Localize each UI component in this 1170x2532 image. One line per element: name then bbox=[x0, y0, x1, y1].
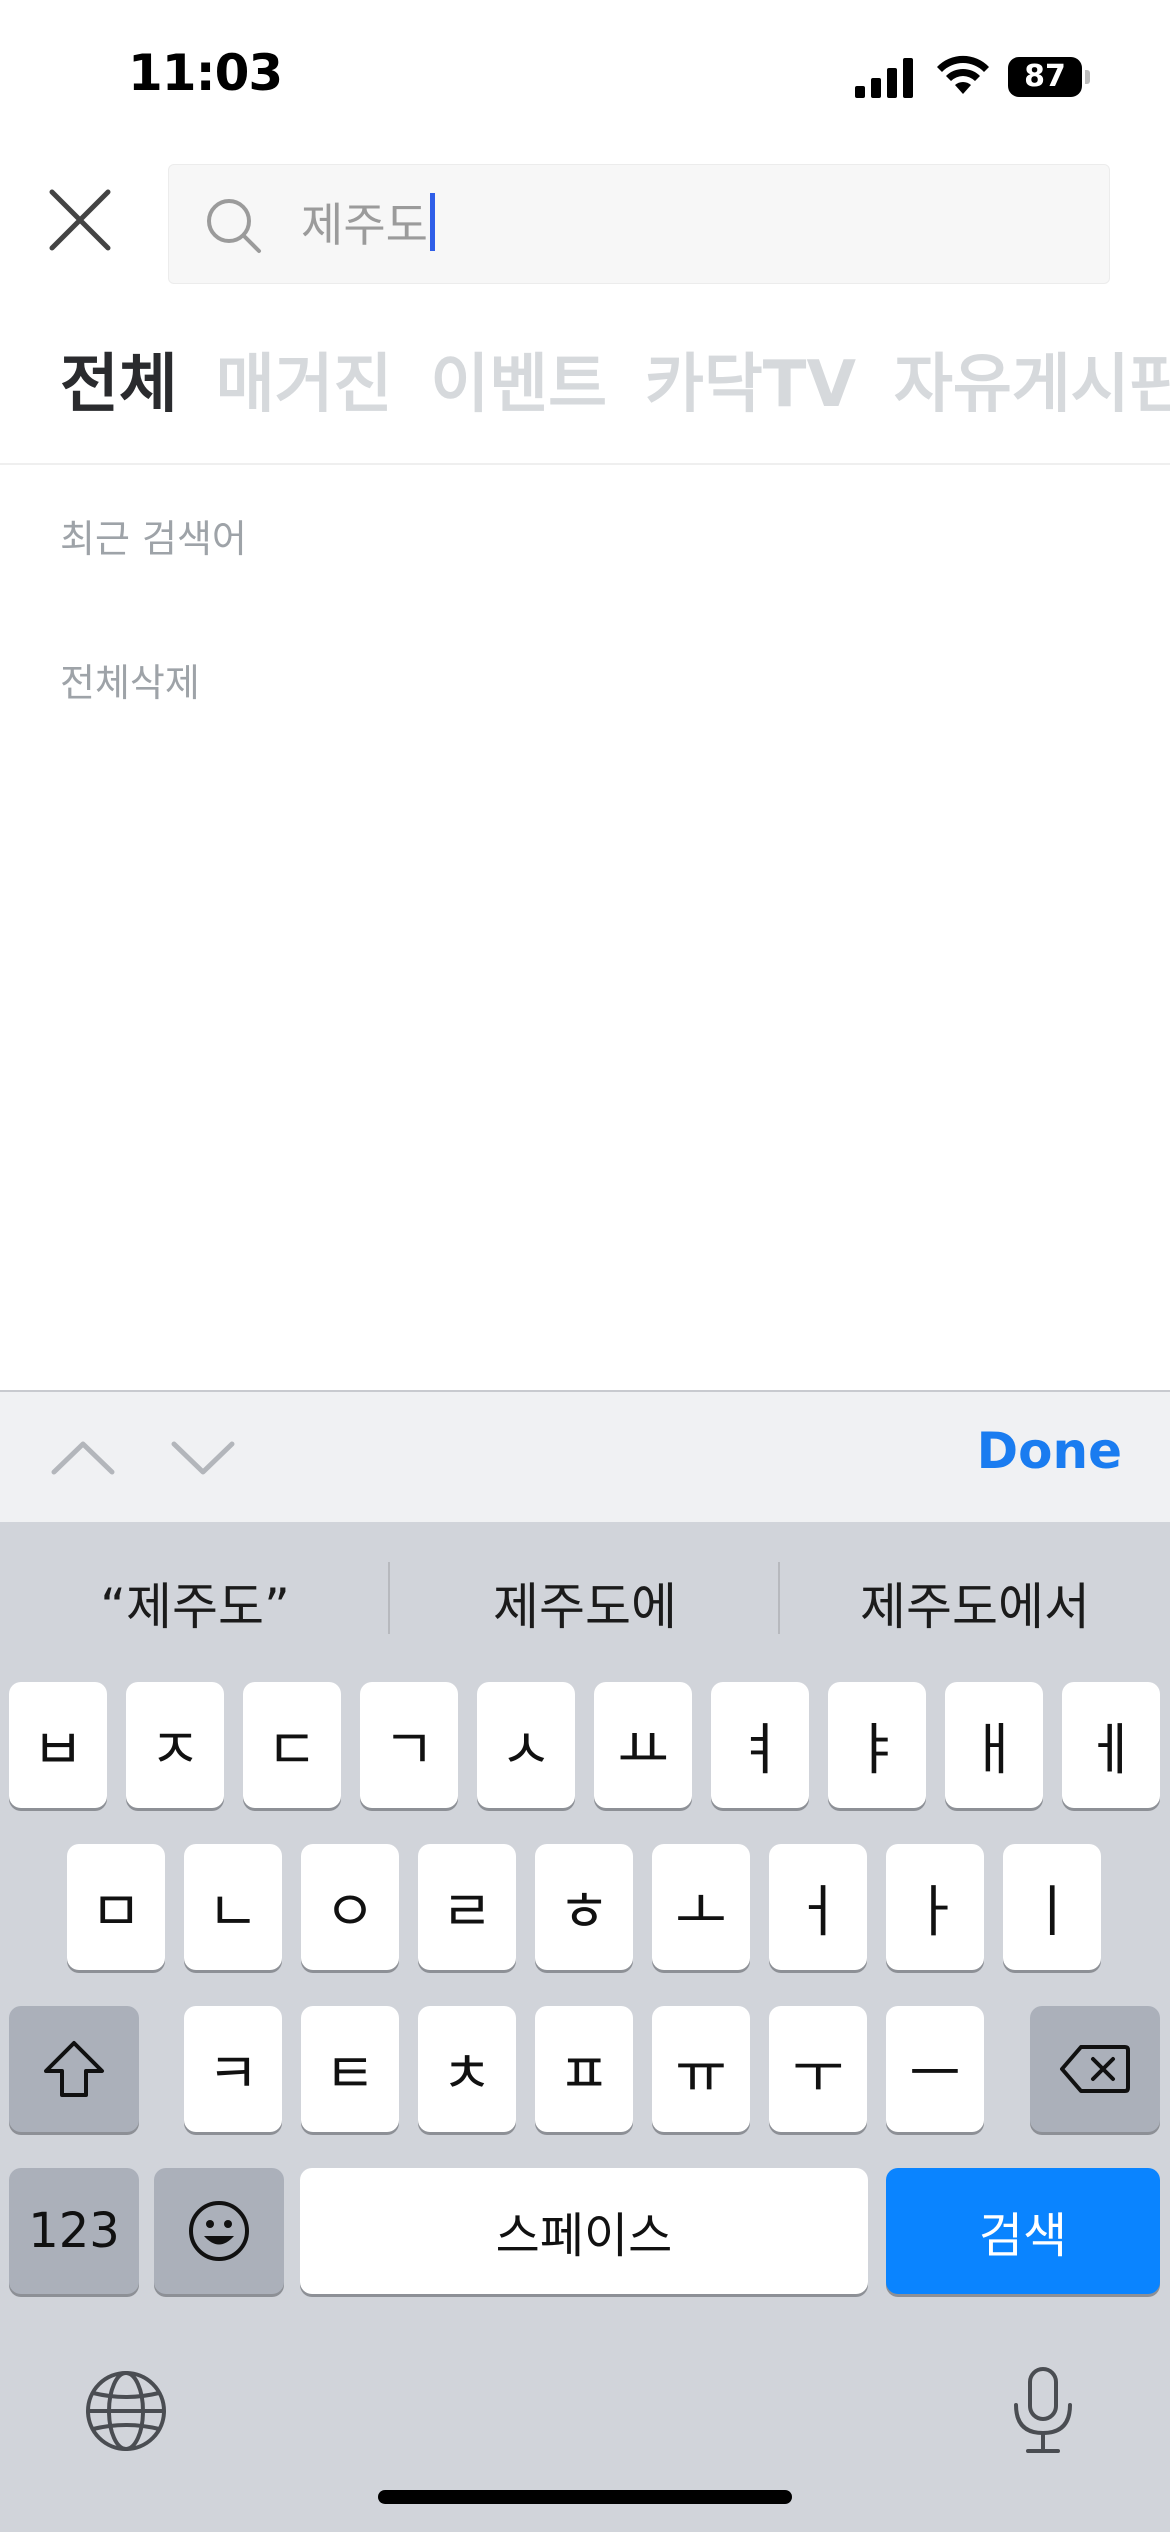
search-input[interactable]: 제주도 bbox=[168, 164, 1110, 284]
key-h[interactable]: ㅎ bbox=[535, 1844, 633, 1970]
key-o[interactable]: ㅗ bbox=[652, 1844, 750, 1970]
wifi-icon bbox=[937, 55, 989, 94]
chevron-down-icon[interactable] bbox=[170, 1432, 236, 1482]
key-j[interactable]: ㅈ bbox=[126, 1682, 224, 1808]
close-button[interactable] bbox=[40, 180, 120, 260]
key-d[interactable]: ㄷ bbox=[243, 1682, 341, 1808]
suggestion-item[interactable]: “제주도” bbox=[0, 1567, 390, 1639]
recent-searches-label: 최근 검색어 bbox=[60, 517, 247, 561]
key-k[interactable]: ㅋ bbox=[184, 2006, 282, 2132]
home-indicator bbox=[378, 2490, 792, 2504]
tab-all[interactable]: 전체 bbox=[60, 340, 178, 440]
text-cursor bbox=[429, 193, 435, 251]
status-time: 11:03 bbox=[128, 44, 283, 102]
key-p[interactable]: ㅍ bbox=[535, 2006, 633, 2132]
key-u[interactable]: ㅜ bbox=[769, 2006, 867, 2132]
search-key[interactable]: 검색 bbox=[886, 2168, 1160, 2294]
globe-icon[interactable] bbox=[84, 2369, 168, 2453]
tab-event[interactable]: 이벤트 bbox=[430, 340, 607, 440]
tab-free-board[interactable]: 자유게시판 bbox=[894, 340, 1170, 440]
shift-key[interactable] bbox=[9, 2006, 139, 2132]
key-yeo[interactable]: ㅕ bbox=[711, 1682, 809, 1808]
key-n[interactable]: ㄴ bbox=[184, 1844, 282, 1970]
key-r[interactable]: ㄹ bbox=[418, 1844, 516, 1970]
suggestion-item[interactable]: 제주도에 bbox=[390, 1567, 780, 1639]
key-ch[interactable]: ㅊ bbox=[418, 2006, 516, 2132]
search-icon bbox=[207, 199, 261, 253]
chevron-up-icon[interactable] bbox=[50, 1432, 116, 1482]
key-yu[interactable]: ㅠ bbox=[652, 2006, 750, 2132]
key-s[interactable]: ㅅ bbox=[477, 1682, 575, 1808]
tab-cardoc-tv[interactable]: 카닥TV bbox=[645, 340, 856, 440]
key-b[interactable]: ㅂ bbox=[9, 1682, 107, 1808]
key-yo[interactable]: ㅛ bbox=[594, 1682, 692, 1808]
shift-icon bbox=[44, 2041, 104, 2097]
done-button[interactable]: Done bbox=[977, 1422, 1122, 1480]
battery-tip bbox=[1085, 70, 1090, 84]
status-bar: 11:03 87 bbox=[0, 0, 1170, 150]
backspace-icon bbox=[1060, 2045, 1130, 2093]
tabs-divider bbox=[0, 463, 1170, 465]
clear-all-button[interactable]: 전체삭제 bbox=[60, 652, 200, 707]
keyboard: “제주도” 제주도에 제주도에서 ㅂ ㅈ ㄷ ㄱ ㅅ ㅛ ㅕ ㅑ ㅐ ㅔ ㅁ ㄴ… bbox=[0, 1522, 1170, 2532]
keyboard-accessory-bar: Done bbox=[0, 1390, 1170, 1522]
numbers-key[interactable]: 123 bbox=[9, 2168, 139, 2294]
key-g[interactable]: ㄱ bbox=[360, 1682, 458, 1808]
key-a[interactable]: ㅏ bbox=[886, 1844, 984, 1970]
key-t[interactable]: ㅌ bbox=[301, 2006, 399, 2132]
emoji-key[interactable] bbox=[154, 2168, 284, 2294]
suggestion-bar: “제주도” 제주도에 제주도에서 bbox=[0, 1522, 1170, 1672]
space-key[interactable]: 스페이스 bbox=[300, 2168, 868, 2294]
tab-magazine[interactable]: 매거진 bbox=[216, 340, 393, 440]
key-eo[interactable]: ㅓ bbox=[769, 1844, 867, 1970]
battery-level: 87 bbox=[1008, 57, 1082, 97]
delete-key[interactable] bbox=[1030, 2006, 1160, 2132]
key-e[interactable]: ㅔ bbox=[1062, 1682, 1160, 1808]
search-query[interactable]: 제주도 bbox=[301, 193, 435, 255]
key-eu[interactable]: ㅡ bbox=[886, 2006, 984, 2132]
key-m[interactable]: ㅁ bbox=[67, 1844, 165, 1970]
emoji-icon bbox=[189, 2201, 249, 2261]
key-ng[interactable]: ㅇ bbox=[301, 1844, 399, 1970]
search-query-text: 제주도 bbox=[301, 198, 428, 252]
suggestion-item[interactable]: 제주도에서 bbox=[780, 1567, 1170, 1639]
key-ya[interactable]: ㅑ bbox=[828, 1682, 926, 1808]
category-tabs: 전체 매거진 이벤트 카닥TV 자유게시판 bbox=[60, 340, 1170, 440]
close-icon bbox=[49, 189, 111, 251]
key-ae[interactable]: ㅐ bbox=[945, 1682, 1043, 1808]
cellular-signal-icon bbox=[855, 58, 913, 98]
microphone-icon[interactable] bbox=[1008, 2365, 1078, 2455]
key-i[interactable]: ㅣ bbox=[1003, 1844, 1101, 1970]
battery-indicator: 87 bbox=[1008, 57, 1090, 97]
